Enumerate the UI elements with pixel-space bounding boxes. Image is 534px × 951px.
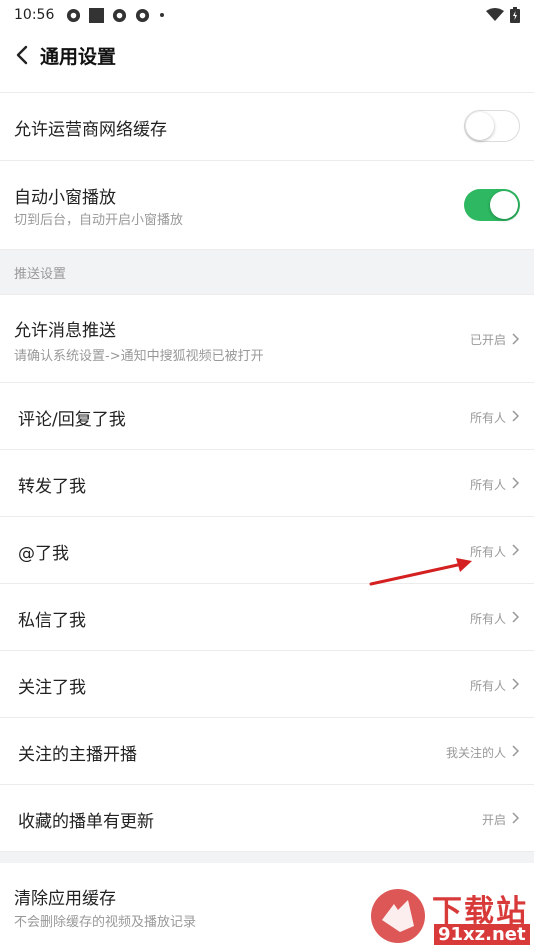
setting-push-item[interactable]: 关注的主播开播 我关注的人 xyxy=(0,718,534,785)
nav-header: 通用设置 xyxy=(0,30,534,80)
watermark-emblem-icon xyxy=(371,889,425,943)
setting-label: 允许消息推送 xyxy=(14,321,116,341)
toggle-knob xyxy=(466,112,494,140)
setting-description: 切到后台，自动开启小窗播放 xyxy=(14,213,184,228)
chevron-right-icon xyxy=(512,544,520,556)
setting-description: 请确认系统设置->通知中搜狐视频已被打开 xyxy=(14,349,264,364)
app-notification-icon xyxy=(89,7,105,23)
setting-push-item[interactable]: 关注了我 所有人 xyxy=(0,651,534,718)
setting-push-item[interactable]: 评论/回复了我 所有人 xyxy=(0,383,534,450)
setting-label: 收藏的播单有更新 xyxy=(18,812,154,832)
toggle-knob xyxy=(490,191,518,219)
back-arrow-icon[interactable] xyxy=(12,44,34,66)
setting-value: 所有人 xyxy=(469,478,506,492)
app-notification-icon xyxy=(113,8,127,22)
setting-label: 评论/回复了我 xyxy=(18,410,126,430)
setting-value: 所有人 xyxy=(469,411,506,425)
chevron-right-icon xyxy=(512,477,520,489)
setting-push-item[interactable]: 转发了我 所有人 xyxy=(0,450,534,517)
page-title: 通用设置 xyxy=(40,45,117,68)
setting-label: 关注了我 xyxy=(18,678,86,698)
chevron-right-icon xyxy=(512,812,520,824)
setting-label: 清除应用缓存 xyxy=(14,889,116,909)
setting-mini-window[interactable]: 自动小窗播放 切到后台，自动开启小窗播放 xyxy=(0,161,534,250)
status-time: 10:56 xyxy=(14,7,55,23)
more-notifications-dot-icon xyxy=(160,13,165,17)
status-right xyxy=(486,7,520,23)
setting-value: 我关注的人 xyxy=(445,746,506,760)
carrier-cache-toggle[interactable] xyxy=(464,110,520,142)
setting-value: 已开启 xyxy=(469,333,506,347)
setting-label: 私信了我 xyxy=(18,611,86,631)
setting-push-item[interactable]: 私信了我 所有人 xyxy=(0,584,534,651)
setting-value: 所有人 xyxy=(469,679,506,693)
app-notification-icon xyxy=(67,8,81,22)
setting-label: 自动小窗播放 xyxy=(14,188,116,208)
setting-label: 允许运营商网络缓存 xyxy=(14,120,167,140)
chevron-right-icon xyxy=(512,745,520,757)
setting-label: 转发了我 xyxy=(18,477,86,497)
setting-label: 关注的主播开播 xyxy=(18,745,137,765)
status-bar: 10:56 xyxy=(0,0,534,30)
section-gap xyxy=(0,852,534,863)
setting-carrier-cache[interactable]: 允许运营商网络缓存 xyxy=(0,93,534,161)
list-item-partial xyxy=(0,80,534,93)
battery-icon xyxy=(510,7,520,23)
section-title: 推送设置 xyxy=(14,267,67,282)
chevron-right-icon xyxy=(512,678,520,690)
setting-value: 所有人 xyxy=(469,545,506,559)
wifi-icon xyxy=(486,8,504,21)
chevron-right-icon xyxy=(512,611,520,623)
setting-push-item[interactable]: 收藏的播单有更新 开启 xyxy=(0,785,534,852)
watermark-logo: 下载站 91xz.net xyxy=(368,886,530,948)
section-header-push: 推送设置 xyxy=(0,250,534,295)
setting-label: @了我 xyxy=(18,544,69,564)
setting-description: 不会删除缓存的视频及播放记录 xyxy=(14,915,197,930)
chevron-right-icon xyxy=(512,410,520,422)
setting-value: 开启 xyxy=(481,813,506,827)
chevron-right-icon xyxy=(512,333,520,345)
setting-value: 所有人 xyxy=(469,612,506,626)
mini-window-toggle[interactable] xyxy=(464,189,520,221)
watermark-url: 91xz.net xyxy=(434,924,530,945)
setting-allow-push[interactable]: 允许消息推送 请确认系统设置->通知中搜狐视频已被打开 已开启 xyxy=(0,295,534,383)
annotation-arrow-icon xyxy=(369,558,472,586)
app-notification-icon xyxy=(136,8,150,22)
